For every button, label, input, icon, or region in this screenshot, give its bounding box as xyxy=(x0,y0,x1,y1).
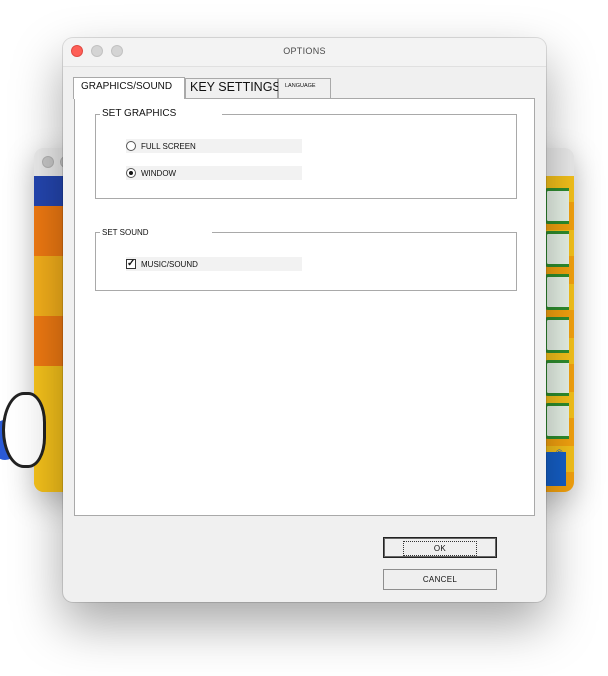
cancel-button[interactable]: CANCEL xyxy=(383,569,497,590)
game-menu-button xyxy=(544,317,569,353)
set-graphics-legend: SET GRAPHICS xyxy=(100,108,222,119)
full-screen-option[interactable]: FULL SCREEN xyxy=(126,139,302,153)
game-character-art xyxy=(2,392,46,468)
music-sound-checkbox[interactable]: ✓ xyxy=(126,259,136,269)
game-menu-button xyxy=(544,360,569,396)
ok-button-label: OK xyxy=(402,541,478,556)
set-sound-group: SET SOUND ✓ MUSIC/SOUND xyxy=(95,228,517,291)
tab-graphics-sound[interactable]: GRAPHICS/SOUND xyxy=(73,77,185,99)
window-option[interactable]: WINDOW xyxy=(126,166,302,180)
music-sound-label: MUSIC/SOUND xyxy=(141,260,198,269)
tab-language[interactable]: LANGUAGE xyxy=(278,78,331,98)
game-menu-button xyxy=(544,188,569,224)
full-screen-radio[interactable] xyxy=(126,141,136,151)
window-title: OPTIONS xyxy=(283,46,326,56)
set-graphics-group: SET GRAPHICS FULL SCREEN WINDOW xyxy=(95,108,517,199)
window-radio[interactable] xyxy=(126,168,136,178)
checkmark-icon: ✓ xyxy=(127,258,136,269)
registered-mark-icon: ® xyxy=(556,448,563,458)
tab-key-settings[interactable]: KEY SETTINGS xyxy=(185,78,281,98)
options-dialog: OPTIONS GRAPHICS/SOUND KEY SETTINGS LANG… xyxy=(63,38,546,602)
title-bar: OPTIONS xyxy=(63,38,546,67)
ok-button[interactable]: OK xyxy=(383,537,497,558)
set-sound-legend: SET SOUND xyxy=(100,228,212,237)
background-close-icon xyxy=(42,156,54,168)
game-menu-button xyxy=(544,231,569,267)
game-menu-button xyxy=(544,274,569,310)
window-label: WINDOW xyxy=(141,169,177,178)
full-screen-label: FULL SCREEN xyxy=(141,142,196,151)
game-menu-button xyxy=(544,403,569,439)
tab-panel: SET GRAPHICS FULL SCREEN WINDOW SET SOUN… xyxy=(74,98,535,516)
music-sound-option[interactable]: ✓ MUSIC/SOUND xyxy=(126,257,302,271)
